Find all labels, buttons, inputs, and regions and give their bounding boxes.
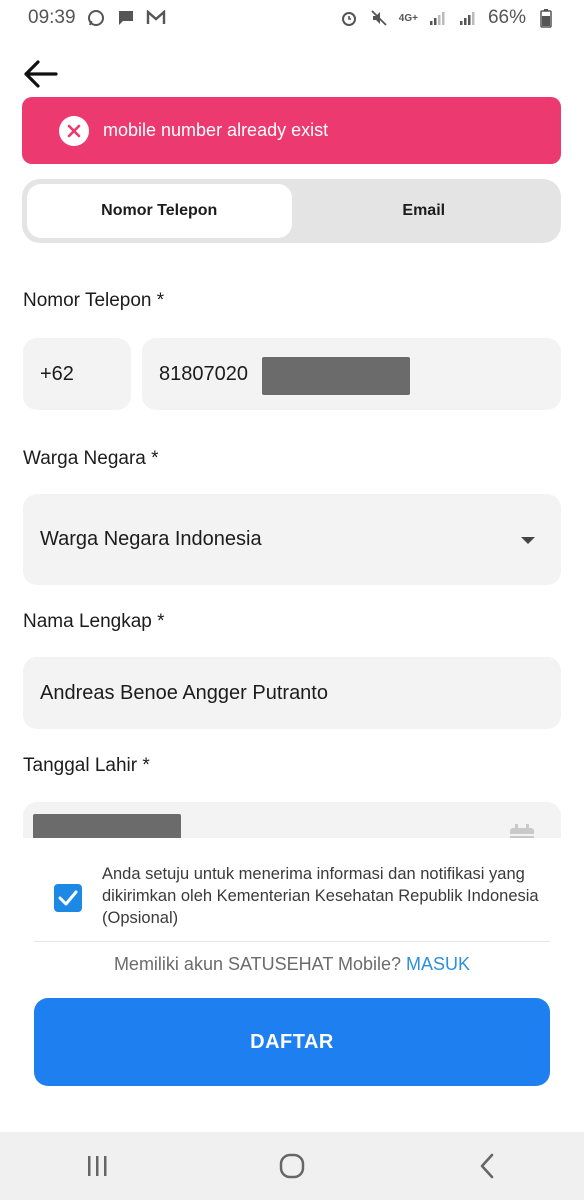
consent-text: Anda setuju untuk menerima informasi dan… [102,865,539,927]
citizenship-label: Warga Negara * [23,448,159,469]
bottom-panel: Anda setuju untuk menerima informasi dan… [0,838,584,1132]
redaction-mask [262,357,410,395]
login-prompt: Memiliki akun SATUSEHAT Mobile? MASUK [0,954,584,975]
recent-apps-icon [88,1156,107,1176]
recent-apps-button[interactable] [67,1141,127,1191]
error-message: mobile number already exist [103,120,329,140]
signal-icon [428,8,448,28]
back-nav-button[interactable] [457,1141,517,1191]
arrow-left-icon [24,60,58,88]
country-code-value: +62 [40,362,74,385]
tab-email[interactable]: Email [292,184,557,238]
full-name-label: Nama Lengkap * [23,611,165,632]
signal-icon-2 [458,8,478,28]
message-icon [116,8,136,28]
register-button[interactable]: DAFTAR [34,998,550,1086]
phone-value: 81807020 [159,362,248,385]
phone-input[interactable]: 81807020 [142,338,561,410]
status-time: 09:39 [28,7,76,28]
register-method-tabs: Nomor Telepon Email [22,179,561,243]
status-left: 09:39 [28,7,166,29]
chevron-down-icon [521,536,535,544]
back-button[interactable] [20,54,60,94]
full-name-input[interactable]: Andreas Benoe Angger Putranto [23,657,561,729]
status-bar: 09:39 4G+ 66% [0,0,584,36]
whatsapp-icon [86,8,106,28]
tab-phone[interactable]: Nomor Telepon [27,184,292,238]
gmail-icon [146,8,166,28]
country-code-field[interactable]: +62 [23,338,131,410]
phone-label: Nomor Telepon * [23,290,165,311]
navigation-bar [0,1132,584,1200]
mute-icon [369,8,389,28]
citizenship-select[interactable]: Warga Negara Indonesia [23,494,561,585]
login-prompt-text: Memiliki akun SATUSEHAT Mobile? [113,954,402,974]
network-type: 4G+ [398,12,418,24]
battery-icon [536,8,556,28]
login-link[interactable]: MASUK [406,954,470,974]
close-circle-icon[interactable] [59,115,89,146]
full-name-value: Andreas Benoe Angger Putranto [40,681,328,704]
alarm-icon [339,8,359,28]
birth-date-label: Tanggal Lahir * [23,755,150,776]
divider [34,941,550,942]
home-button[interactable] [262,1141,322,1191]
home-icon [279,1153,305,1179]
battery-percent: 66% [487,7,526,28]
status-right: 4G+ 66% [339,7,556,29]
consent-checkbox[interactable] [54,884,82,912]
citizenship-value: Warga Negara Indonesia [40,528,262,550]
error-banner: mobile number already exist [22,97,561,164]
chevron-left-icon [480,1153,493,1179]
check-icon [58,890,78,906]
